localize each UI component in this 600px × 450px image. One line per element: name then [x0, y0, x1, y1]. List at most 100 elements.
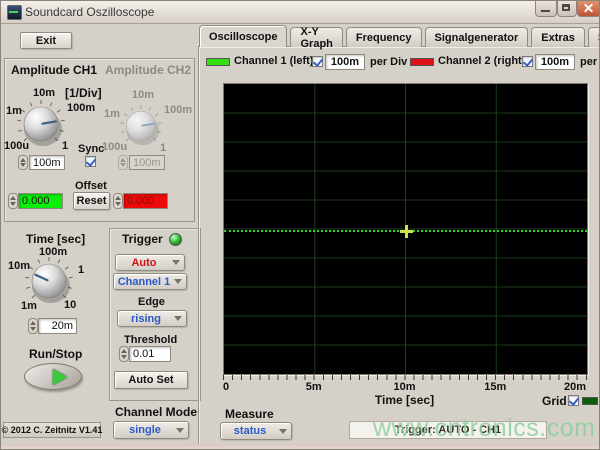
amplitude-ch1-spinner[interactable]: [18, 155, 28, 170]
x-axis-labels: 0 5m 10m 15m 20m: [223, 381, 586, 393]
threshold-value[interactable]: 0.01: [129, 346, 171, 362]
x-tick-15m: 15m: [484, 381, 506, 393]
ch1-scale-100m: 100m: [67, 102, 95, 114]
tab-bar: Oscilloscope X-Y Graph Frequency Signalg…: [199, 27, 600, 47]
measure-dropdown[interactable]: status: [220, 422, 292, 440]
window-title: Soundcard Oszilloscope: [25, 5, 154, 19]
trigger-status-display: Trigger: AUTO - CH1: [349, 421, 547, 439]
channel-mode-dropdown[interactable]: single: [113, 421, 189, 439]
trigger-mode-dropdown[interactable]: Auto: [115, 254, 185, 271]
app-window: Soundcard Oszilloscope Exit Amplitude CH…: [0, 0, 600, 450]
time-scale-10m: 10m: [8, 260, 30, 272]
channel1-color-swatch: [206, 58, 230, 66]
copyright-bar: © 2012 C. Zeitnitz V1.41: [3, 422, 101, 438]
measure-value: status: [221, 425, 279, 437]
time-spinner[interactable]: [28, 318, 38, 334]
trigger-mode-value: Auto: [116, 257, 172, 269]
per-div-label-1: per Div: [370, 56, 407, 68]
channel1-per-div-value[interactable]: 100m: [325, 54, 365, 70]
grid-color-swatch: [582, 397, 598, 405]
channel-mode-value: single: [114, 424, 176, 436]
close-button[interactable]: [577, 1, 600, 17]
trigger-source-dropdown[interactable]: Channel 1: [113, 273, 187, 290]
runstop-button[interactable]: [24, 363, 82, 390]
channel-mode-label: Channel Mode: [115, 405, 197, 419]
tab-extras[interactable]: Extras: [531, 27, 585, 47]
runstop-label: Run/Stop: [29, 347, 82, 361]
cursor-crosshair-icon[interactable]: [400, 225, 413, 238]
x-axis-ticks: [223, 375, 587, 380]
channel1-legend-label: Channel 1 (left): [234, 55, 313, 67]
ch2-scale-100u: 100u: [102, 141, 127, 153]
time-label: Time [sec]: [26, 232, 85, 246]
trigger-led: [169, 233, 182, 246]
offset-ch2-value[interactable]: 0.000: [123, 193, 168, 209]
dropdown-arrow-icon: [176, 428, 184, 437]
trigger-label: Trigger: [122, 232, 163, 246]
dropdown-arrow-icon: [174, 279, 182, 288]
ch1-scale-1: 1: [62, 140, 68, 152]
time-scale-1: 1: [78, 264, 84, 276]
channel2-enable-checkbox[interactable]: [522, 56, 533, 67]
trigger-source-value: Channel 1: [114, 276, 174, 288]
time-scale-100m: 100m: [39, 246, 67, 258]
ch2-scale-10m: 10m: [132, 89, 154, 101]
tab-settings[interactable]: Settings: [588, 27, 600, 47]
maximize-button[interactable]: [557, 1, 577, 17]
grid-checkbox[interactable]: [568, 395, 579, 406]
ch1-scale-1m: 1m: [6, 105, 22, 117]
ch2-scale-100m: 100m: [164, 104, 192, 116]
window-bottom-border: [1, 444, 600, 450]
tab-frequency[interactable]: Frequency: [346, 27, 422, 47]
threshold-spinner[interactable]: [119, 346, 129, 362]
dropdown-arrow-icon: [172, 260, 180, 269]
ch2-scale-1m: 1m: [104, 108, 120, 120]
title-bar: Soundcard Oszilloscope: [1, 1, 599, 24]
channel2-per-div-value[interactable]: 100m: [535, 54, 575, 70]
measure-label: Measure: [225, 407, 274, 421]
grid-label: Grid: [542, 394, 567, 408]
play-icon: [53, 369, 67, 385]
trigger-edge-value: rising: [118, 313, 174, 325]
channel1-enable-checkbox[interactable]: [312, 56, 323, 67]
channel2-color-swatch: [410, 58, 434, 66]
ch1-scale-10m: 10m: [33, 87, 55, 99]
dropdown-arrow-icon: [279, 429, 287, 438]
scope-display[interactable]: [223, 83, 588, 375]
x-tick-5m: 5m: [306, 381, 322, 393]
sync-checkbox[interactable]: [85, 156, 96, 167]
maximize-icon: [562, 4, 570, 11]
x-tick-10m: 10m: [393, 381, 415, 393]
amplitude-ch1-title: Amplitude CH1: [11, 63, 97, 77]
app-icon: [7, 5, 22, 20]
offset-ch2-spinner[interactable]: [113, 193, 123, 209]
x-tick-20m: 20m: [564, 381, 586, 393]
channel2-legend-label: Channel 2 (right): [438, 55, 525, 67]
ch2-scale-1: 1: [160, 142, 166, 154]
per-div-label-2: per Div: [580, 56, 600, 68]
edge-label: Edge: [138, 296, 165, 308]
offset-ch1-spinner[interactable]: [8, 193, 18, 209]
time-value[interactable]: 20m: [38, 318, 77, 334]
sync-label: Sync: [78, 143, 104, 155]
trigger-edge-dropdown[interactable]: rising: [117, 310, 187, 327]
auto-set-button[interactable]: Auto Set: [114, 371, 188, 389]
time-scale-1m: 1m: [21, 300, 37, 312]
amplitude-ch2-title: Amplitude CH2: [105, 63, 191, 77]
offset-ch1-value[interactable]: 0.000: [18, 193, 63, 209]
exit-button[interactable]: Exit: [20, 32, 72, 49]
tab-xy-graph[interactable]: X-Y Graph: [290, 27, 342, 47]
x-tick-0: 0: [223, 381, 229, 393]
time-scale-10: 10: [64, 299, 76, 311]
tab-oscilloscope[interactable]: Oscilloscope: [199, 25, 287, 47]
amplitude-ch2-value[interactable]: 100m: [129, 155, 165, 170]
minimize-icon: [541, 10, 550, 12]
threshold-label: Threshold: [124, 334, 177, 346]
offset-label: Offset: [75, 180, 107, 192]
offset-reset-button[interactable]: Reset: [73, 192, 110, 210]
amplitude-ch1-value[interactable]: 100m: [29, 155, 65, 170]
minimize-button[interactable]: [535, 1, 557, 17]
x-axis-title: Time [sec]: [223, 393, 586, 407]
amplitude-ch2-spinner[interactable]: [118, 155, 128, 170]
tab-signalgenerator[interactable]: Signalgenerator: [425, 27, 529, 47]
